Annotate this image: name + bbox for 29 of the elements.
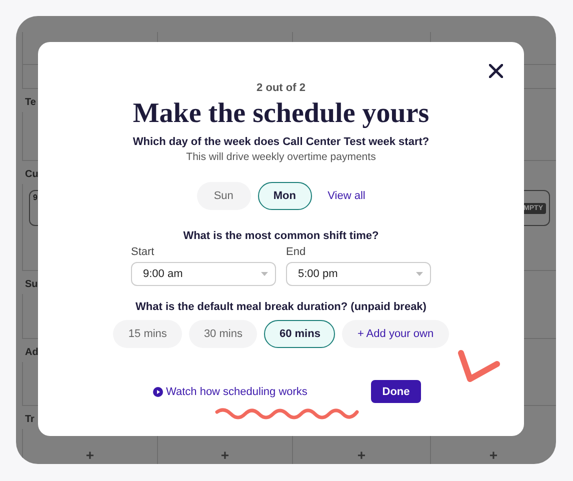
field-label: End <box>286 246 307 258</box>
caret-icon <box>416 272 423 276</box>
watch-video-link[interactable]: Watch how scheduling works <box>166 386 308 398</box>
row-label: Ad <box>25 347 38 358</box>
checkmark-annotation <box>456 349 502 385</box>
question-text: What is the default meal break duration? (unpaid break) <box>136 301 426 313</box>
end-time-dropdown[interactable]: 5:00 pm <box>286 262 431 286</box>
day-option[interactable]: Mon <box>258 182 312 210</box>
question-text: Which day of the week does Call Center Test week start? <box>132 136 430 148</box>
question-text: What is the most common shift time? <box>183 230 379 242</box>
row-label: Te <box>25 97 36 108</box>
start-time-dropdown[interactable]: 9:00 am <box>131 262 276 286</box>
modal-title: Make the schedule yours <box>132 98 430 130</box>
break-option[interactable]: 60 mins <box>264 320 336 348</box>
row-label: Su <box>25 279 38 290</box>
view-all-link[interactable]: View all <box>328 190 366 202</box>
break-option[interactable]: 30 mins <box>188 320 258 348</box>
row-label: Cu <box>25 169 38 180</box>
done-button[interactable]: Done <box>371 380 421 403</box>
row-label: Tr <box>25 414 34 425</box>
add-your-own-button[interactable]: + Add your own <box>342 320 449 348</box>
play-icon <box>153 386 163 396</box>
close-icon[interactable] <box>489 64 503 78</box>
day-option[interactable]: Sun <box>196 182 251 210</box>
break-option[interactable]: 15 mins <box>113 320 182 348</box>
step-counter: 2 out of 2 <box>256 82 306 94</box>
field-label: Start <box>131 246 156 258</box>
hint-text: This will drive weekly overtime payments <box>186 151 376 163</box>
caret-icon <box>261 272 268 276</box>
